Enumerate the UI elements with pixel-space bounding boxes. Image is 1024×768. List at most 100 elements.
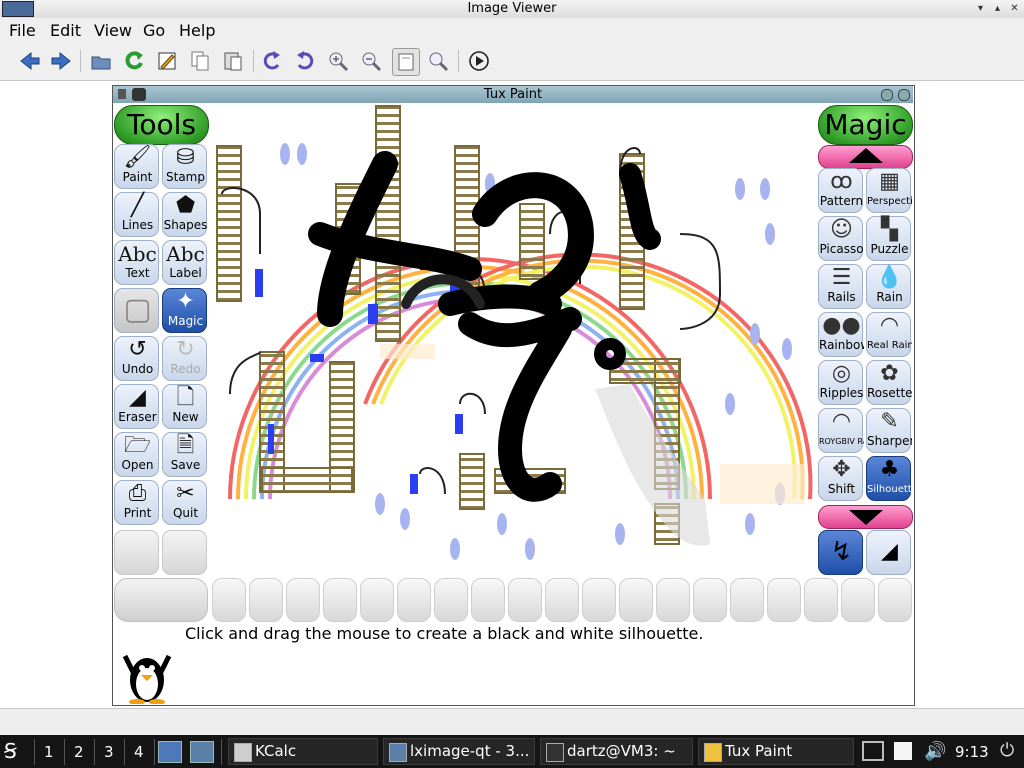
tool-label: New (172, 410, 199, 424)
magic-mode-fullscreen-button[interactable]: ◢ (866, 530, 911, 575)
close-icon[interactable]: ✕ (1008, 3, 1021, 15)
file-manager-icon[interactable] (158, 741, 182, 763)
magic-button-silhouette[interactable]: ♣ Silhouette (866, 456, 912, 501)
color-slot[interactable] (508, 578, 542, 622)
desktop-1[interactable]: 1 (44, 743, 54, 761)
tool-button-stamp[interactable]: ⛁ Stamp (162, 144, 207, 189)
color-slot[interactable] (878, 578, 912, 622)
tool-button-new[interactable]: 🗋 New (162, 384, 207, 429)
magic-button-rosette[interactable]: ✿ Rosette (866, 360, 912, 405)
magic-button-ripples[interactable]: ◎ Ripples (818, 360, 863, 405)
maximize-icon[interactable]: ▴ (991, 3, 1004, 15)
tool-button-label[interactable]: Abc Label (162, 240, 207, 285)
color-slot[interactable] (323, 578, 357, 622)
zoom-original-icon[interactable] (425, 48, 451, 74)
magic-scroll-down[interactable] (818, 505, 913, 529)
color-slot[interactable] (767, 578, 801, 622)
copy-icon[interactable] (187, 48, 213, 74)
paste-icon[interactable] (220, 48, 246, 74)
menu-edit[interactable]: Edit (50, 21, 81, 40)
magic-button-sharpen[interactable]: ✎Sharpen (866, 408, 912, 453)
menu-view[interactable]: View (94, 21, 132, 40)
color-slot[interactable] (656, 578, 690, 622)
desktop-2[interactable]: 2 (74, 743, 84, 761)
magic-button-rain[interactable]: 💧 Rain (866, 264, 911, 309)
tool-button-quit[interactable]: ✂ Quit (162, 480, 207, 525)
menu-file[interactable]: File (9, 21, 36, 40)
magic-button-pattern[interactable]: ꝏ Pattern (818, 168, 863, 213)
color-slot[interactable] (471, 578, 505, 622)
menu-help[interactable]: Help (179, 21, 215, 40)
desktop-4[interactable]: 4 (134, 743, 144, 761)
tool-button-lines[interactable]: ╱ Lines (114, 192, 159, 237)
fit-window-icon[interactable] (392, 48, 420, 76)
magic-button-real-rainbow[interactable]: ◠ Real Rainbow (866, 312, 912, 357)
show-desktop-icon[interactable] (190, 741, 214, 763)
color-slot[interactable] (286, 578, 320, 622)
magic-button-roygbiv-rainbow[interactable]: ◠ ROYGBIV Rainbow (818, 408, 864, 453)
start-menu-icon[interactable]: Ꞩ (4, 739, 28, 763)
menu-go[interactable]: Go (143, 21, 165, 40)
magic-mode-paint-button[interactable]: ↯ (818, 530, 863, 575)
edit-image-icon[interactable] (154, 48, 180, 74)
slideshow-play-icon[interactable] (466, 48, 492, 74)
color-slot[interactable] (212, 578, 246, 622)
tool-button-eraser[interactable]: ◢ Eraser (114, 384, 159, 429)
color-slot[interactable] (249, 578, 283, 622)
magic-button-shift[interactable]: ✥ Shift (818, 456, 863, 501)
color-slot[interactable] (582, 578, 616, 622)
magic-button-rails[interactable]: ☰ Rails (818, 264, 863, 309)
tool-button-undo[interactable]: ↺ Undo (114, 336, 159, 381)
task-button[interactable]: lximage-qt - 3... (383, 738, 535, 765)
tool-button-open[interactable]: 🗁 Open (114, 432, 159, 477)
color-slot[interactable] (397, 578, 431, 622)
reload-icon[interactable] (121, 48, 147, 74)
color-slot[interactable] (619, 578, 653, 622)
tool-button-paint[interactable]: 🖌 Paint (114, 144, 159, 189)
zoom-in-icon[interactable] (325, 48, 351, 74)
color-slot[interactable] (804, 578, 838, 622)
magic-button-puzzle[interactable]: ▚ Puzzle (866, 216, 911, 261)
logout-icon[interactable]: ⏻ (1000, 740, 1020, 762)
zoom-out-icon[interactable] (358, 48, 384, 74)
eraser-icon: ◢ (129, 385, 146, 410)
volume-icon[interactable]: 🔊 (924, 741, 946, 762)
task-button[interactable]: dartz@VM3: ~ (540, 738, 693, 765)
notes-icon[interactable] (894, 742, 912, 760)
magic-button-perspective[interactable]: ▦ Perspective (866, 168, 912, 213)
magic-label: Picasso (819, 243, 864, 256)
tool-button-blank[interactable]: ▢ (114, 288, 159, 333)
task-label: KCalc (255, 742, 297, 760)
magic-scroll-up[interactable] (818, 145, 913, 169)
color-slot[interactable] (841, 578, 875, 622)
silhouette-icon: ♣ (879, 457, 900, 482)
magic-label: Shift (827, 483, 856, 496)
tool-button-save[interactable]: 🗎 Save (162, 432, 207, 477)
clock[interactable]: 9:13 (955, 743, 989, 761)
network-icon[interactable] (862, 741, 884, 761)
magic-label: Rain (876, 291, 903, 304)
forward-arrow-icon[interactable] (48, 48, 74, 74)
task-button[interactable]: Tux Paint (698, 738, 854, 765)
open-folder-icon[interactable] (88, 48, 114, 74)
magic-button-picasso[interactable]: ☺ Picasso (818, 216, 864, 261)
color-slot[interactable] (434, 578, 468, 622)
tool-button-magic[interactable]: ✦ Magic (162, 288, 207, 333)
rosette-icon: ✿ (880, 361, 899, 386)
current-color-swatch[interactable] (114, 578, 208, 622)
tool-label: Lines (121, 218, 154, 232)
color-slot[interactable] (693, 578, 727, 622)
rotate-clockwise-icon[interactable] (259, 48, 285, 74)
task-button[interactable]: KCalc (228, 738, 378, 765)
minimize-icon[interactable]: ▾ (974, 3, 987, 15)
tool-button-shapes[interactable]: ⬟ Shapes (162, 192, 207, 237)
tool-button-text[interactable]: Abc Text (114, 240, 159, 285)
color-slot[interactable] (730, 578, 764, 622)
magic-button-rainbow[interactable]: ●●Rainbow (818, 312, 864, 357)
color-slot[interactable] (360, 578, 394, 622)
back-arrow-icon[interactable] (17, 48, 43, 74)
tool-button-print[interactable]: ⎙ Print (114, 480, 159, 525)
desktop-3[interactable]: 3 (104, 743, 114, 761)
rotate-counterclockwise-icon[interactable] (292, 48, 318, 74)
color-slot[interactable] (545, 578, 579, 622)
